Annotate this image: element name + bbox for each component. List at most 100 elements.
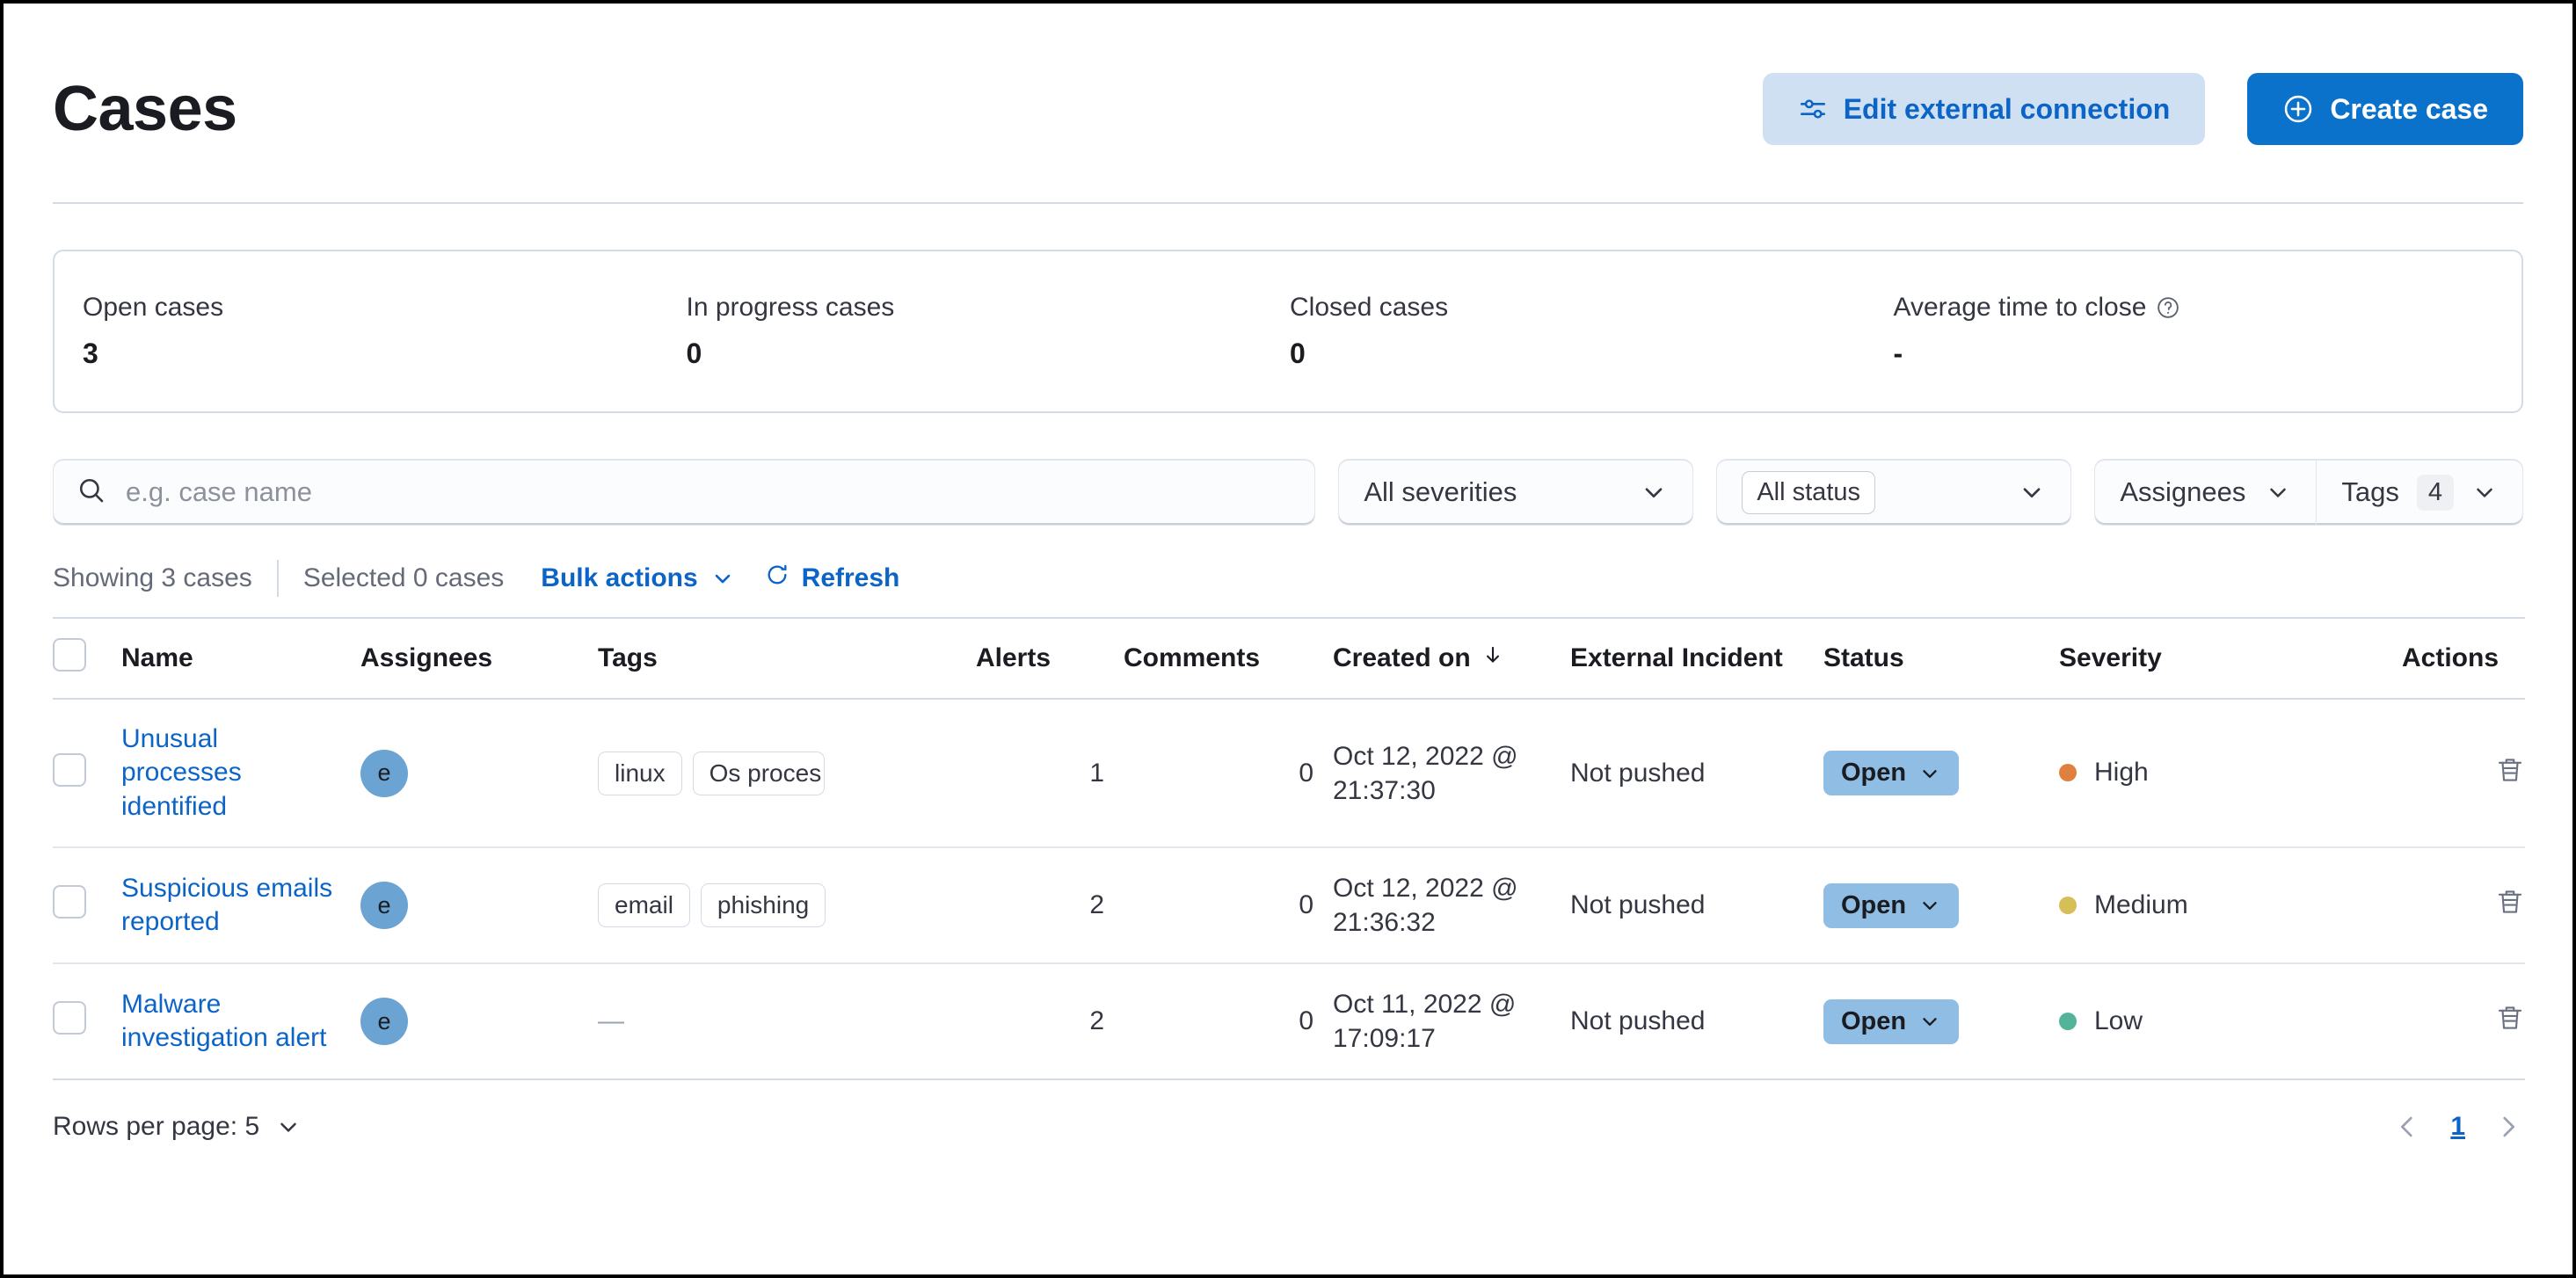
edit-external-connection-button[interactable]: Edit external connection	[1762, 73, 2206, 145]
status-cell: Open	[1823, 847, 2059, 965]
column-header-actions: Actions	[2402, 643, 2500, 672]
column-header-name[interactable]: Name	[121, 618, 360, 699]
stat-open-cases-value: 3	[83, 338, 98, 369]
row-checkbox[interactable]	[53, 1001, 86, 1035]
row-checkbox[interactable]	[53, 885, 86, 919]
bulk-actions-button[interactable]: Bulk actions	[541, 563, 734, 593]
select-all-checkbox[interactable]	[53, 638, 86, 672]
severity-filter-dropdown[interactable]: All severities	[1338, 459, 1694, 526]
avatar[interactable]: e	[360, 998, 408, 1046]
created-on-time: 21:36:32	[1333, 908, 1436, 938]
delete-case-icon[interactable]	[2495, 1003, 2525, 1033]
row-select-cell	[53, 963, 121, 1081]
stat-average-time-to-close-label: Average time to close	[1893, 293, 2147, 322]
status-badge[interactable]: Open	[1823, 882, 1960, 928]
case-name-link[interactable]: Unusual processes identified	[121, 723, 360, 824]
created-on-cell: Oct 11, 2022 @ 17:09:17	[1333, 963, 1570, 1081]
status-cell: Open	[1823, 963, 2059, 1081]
cases-page: Cases Edit external connection Create ca…	[0, 0, 2576, 1278]
table-row: Malware investigation alert e — 2 0 Oct …	[53, 963, 2525, 1081]
severity-cell: Low	[2059, 963, 2402, 1081]
avatar[interactable]: e	[360, 882, 408, 930]
previous-page-icon[interactable]	[2392, 1112, 2422, 1142]
sort-descending-arrow-icon	[1481, 643, 1504, 673]
assignees-tags-filter-group: Assignees Tags 4	[2094, 459, 2523, 526]
next-page-icon[interactable]	[2493, 1112, 2523, 1142]
column-header-assignees[interactable]: Assignees	[360, 618, 598, 699]
column-header-status[interactable]: Status	[1823, 618, 2059, 699]
selected-count-label: Selected 0 cases	[302, 563, 505, 592]
column-header-tags[interactable]: Tags	[598, 618, 976, 699]
tags-cell: email phishing	[598, 847, 976, 965]
chevron-down-icon	[1918, 1010, 1941, 1033]
stat-in-progress-cases: In progress cases 0	[685, 293, 1289, 370]
sliders-icon	[1798, 94, 1828, 124]
refresh-button[interactable]: Refresh	[765, 563, 899, 594]
tags-filter-dropdown[interactable]: Tags 4	[2317, 459, 2523, 526]
external-incident-cell: Not pushed	[1570, 847, 1823, 965]
external-incident-cell: Not pushed	[1570, 699, 1823, 849]
tags-cell: linux Os proces	[598, 699, 976, 849]
chevron-down-icon	[1918, 894, 1941, 917]
pagination: 1	[2392, 1112, 2523, 1142]
search-box[interactable]	[53, 459, 1316, 526]
tag-chip[interactable]: Os proces	[692, 751, 825, 795]
tags-empty-placeholder: —	[598, 1006, 624, 1036]
status-badge-label: Open	[1841, 759, 1907, 788]
case-name-link[interactable]: Malware investigation alert	[121, 988, 360, 1056]
created-on-cell: Oct 12, 2022 @ 21:36:32	[1333, 847, 1570, 965]
create-case-button[interactable]: Create case	[2247, 73, 2523, 145]
status-filter-dropdown[interactable]: All status	[1716, 459, 2072, 526]
search-input[interactable]	[126, 476, 1292, 508]
rows-per-page-dropdown[interactable]: Rows per page: 5	[53, 1112, 302, 1142]
page-title: Cases	[53, 74, 237, 144]
select-all-header	[53, 618, 121, 699]
status-badge[interactable]: Open	[1823, 751, 1960, 796]
column-header-alerts[interactable]: Alerts	[976, 618, 1124, 699]
alerts-count: 1	[976, 699, 1124, 849]
toolbar-divider	[276, 560, 279, 597]
chevron-down-icon	[2265, 479, 2291, 505]
column-header-external-incident[interactable]: External Incident	[1570, 618, 1823, 699]
page-number-1[interactable]: 1	[2445, 1112, 2470, 1142]
help-circle-icon[interactable]	[2156, 295, 2180, 320]
tag-chip[interactable]: phishing	[700, 883, 826, 928]
column-header-severity[interactable]: Severity	[2059, 618, 2402, 699]
case-name-cell: Malware investigation alert	[121, 963, 360, 1081]
created-on-time: 17:09:17	[1333, 1024, 1436, 1054]
stat-in-progress-cases-value: 0	[686, 338, 702, 369]
assignees-filter-dropdown[interactable]: Assignees	[2094, 459, 2318, 526]
assignees-cell: e	[360, 847, 598, 965]
tag-chip[interactable]: email	[598, 883, 690, 928]
assignees-filter-label: Assignees	[2120, 476, 2246, 507]
column-header-created-on[interactable]: Created on	[1333, 618, 1570, 699]
table-row: Unusual processes identified e linux Os …	[53, 699, 2525, 849]
tag-chip[interactable]: linux	[598, 751, 682, 795]
row-select-cell	[53, 847, 121, 965]
created-on-date: Oct 11, 2022 @	[1333, 990, 1517, 1020]
stat-open-cases: Open cases 3	[81, 293, 685, 370]
stats-panel: Open cases 3 In progress cases 0 Closed …	[53, 250, 2523, 413]
delete-case-icon[interactable]	[2495, 887, 2525, 917]
actions-cell	[2402, 847, 2525, 965]
case-name-link[interactable]: Suspicious emails reported	[121, 872, 360, 940]
case-name-cell: Suspicious emails reported	[121, 847, 360, 965]
stat-open-cases-label: Open cases	[83, 293, 224, 322]
refresh-icon	[765, 563, 790, 594]
tags-filter-count-badge: 4	[2416, 474, 2454, 511]
created-on-time: 21:37:30	[1333, 775, 1436, 805]
severity-cell: High	[2059, 699, 2402, 849]
created-on-date: Oct 12, 2022 @	[1333, 874, 1518, 904]
alerts-count: 2	[976, 963, 1124, 1081]
avatar[interactable]: e	[360, 749, 408, 797]
column-header-comments[interactable]: Comments	[1124, 618, 1333, 699]
delete-case-icon[interactable]	[2495, 755, 2525, 785]
row-checkbox[interactable]	[53, 752, 86, 787]
severity-dot	[2059, 896, 2077, 914]
stat-average-time-to-close-value: -	[1893, 338, 1903, 369]
tags-filter-label: Tags	[2341, 476, 2399, 507]
status-badge[interactable]: Open	[1823, 998, 1960, 1044]
status-badge-label: Open	[1841, 1006, 1907, 1035]
stat-closed-cases-value: 0	[1290, 338, 1306, 369]
stat-closed-cases-label: Closed cases	[1290, 293, 1449, 322]
